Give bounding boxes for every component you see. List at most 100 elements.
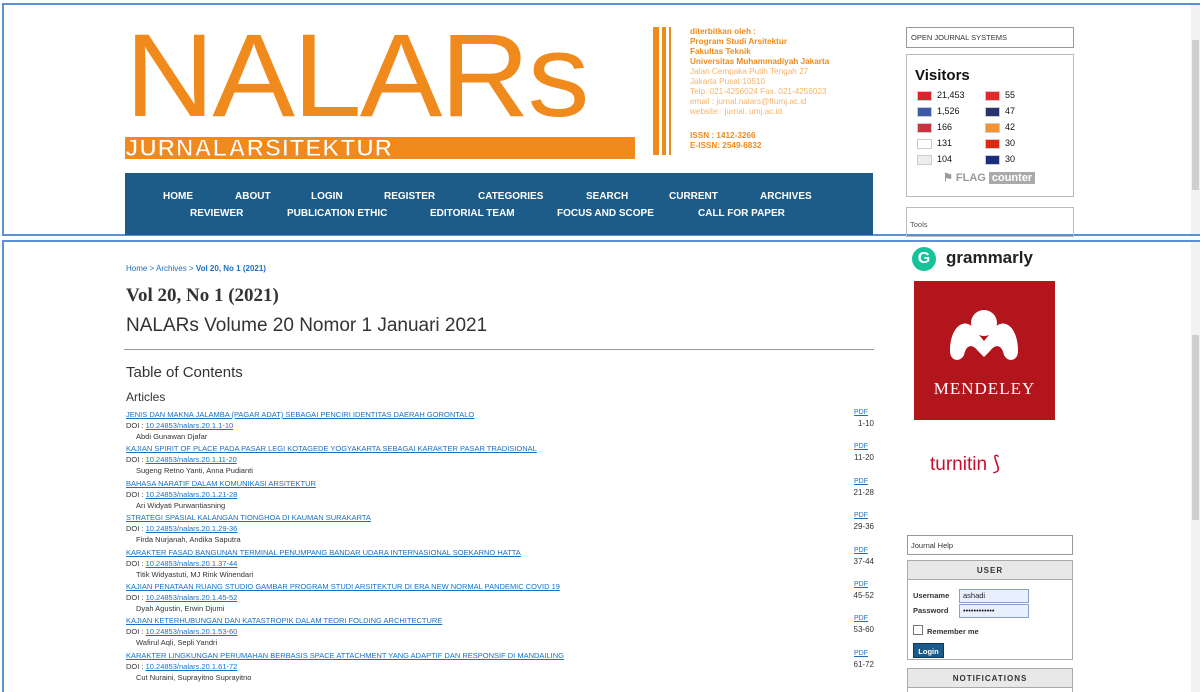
article-title-link[interactable]: KARAKTER FASAD BANGUNAN TERMINAL PENUMPA… <box>126 548 521 557</box>
nav-search[interactable]: SEARCH <box>586 191 628 202</box>
remember-me-label: Remember me <box>927 627 979 636</box>
doi-link[interactable]: 10.24853/nalars.20.1.45-52 <box>146 593 238 602</box>
nav-publication-ethic[interactable]: PUBLICATION ETHIC <box>287 208 387 219</box>
article-title-link[interactable]: KAJIAN KETERHUBUNGAN DAN KATASTROPIK DAL… <box>126 616 442 625</box>
country-flag-icon <box>917 155 932 165</box>
doi-link[interactable]: 10.24853/nalars.20.1.61-72 <box>146 662 238 671</box>
publisher-info: diterbitkan oleh : Program Studi Arsitek… <box>690 27 880 151</box>
remember-me-checkbox[interactable] <box>913 625 923 635</box>
article-item: KAJIAN KETERHUBUNGAN DAN KATASTROPIK DAL… <box>126 615 876 650</box>
pdf-link[interactable]: PDF <box>854 650 868 657</box>
main-nav: HOME ABOUT LOGIN REGISTER CATEGORIES SEA… <box>125 173 873 235</box>
article-item: KAJIAN PENATAAN RUANG STUDIO GAMBAR PROG… <box>126 581 876 616</box>
article-pages: 1-10 <box>857 419 874 428</box>
article-item: KARAKTER FASAD BANGUNAN TERMINAL PENUMPA… <box>126 547 876 582</box>
country-flag-icon <box>917 123 932 133</box>
password-label: Password <box>913 606 949 615</box>
issue-subtitle: NALARs Volume 20 Nomor 1 Januari 2021 <box>126 315 488 336</box>
nav-register[interactable]: REGISTER <box>384 191 435 202</box>
pdf-link[interactable]: PDF <box>854 409 868 416</box>
journal-logo[interactable]: NALARs JURNALARSITEKTUR diterbitkan oleh… <box>125 17 875 170</box>
article-pages: 29-36 <box>853 522 874 532</box>
country-flag-icon <box>917 107 932 117</box>
article-item: JENIS DAN MAKNA JALAMBA (PAGAR ADAT) SEB… <box>126 409 876 444</box>
pdf-link[interactable]: PDF <box>854 547 868 554</box>
article-title-link[interactable]: JENIS DAN MAKNA JALAMBA (PAGAR ADAT) SEB… <box>126 410 474 419</box>
turnitin-badge[interactable]: turnitin ⟆ <box>930 451 1000 476</box>
breadcrumb-home[interactable]: Home <box>126 264 147 273</box>
nav-login[interactable]: LOGIN <box>311 191 343 202</box>
nav-call-for-paper[interactable]: CALL FOR PAPER <box>698 208 785 219</box>
doi-link[interactable]: 10.24853/nalars.20.1.11-20 <box>146 455 237 464</box>
article-doi: DOI : 10.24853/nalars.20.1.37-44 <box>126 559 237 568</box>
journal-help-link[interactable]: Journal Help <box>907 535 1073 555</box>
visitor-count: 104 <box>937 154 953 164</box>
publisher-line: Telp. 021-4256024 Fax. 021-4256023 <box>690 87 827 96</box>
visitor-count: 166 <box>937 122 953 132</box>
breadcrumb-archives[interactable]: Archives <box>156 264 187 273</box>
grammarly-label: grammarly <box>946 248 1033 267</box>
grammarly-badge[interactable]: G grammarly <box>912 246 1072 272</box>
pdf-link[interactable]: PDF <box>854 615 868 622</box>
grammarly-icon: G <box>912 247 936 271</box>
article-pages: 11-20 <box>854 453 874 463</box>
doi-link[interactable]: 10.24853/nalars.20.1.21-28 <box>146 490 238 499</box>
nav-home[interactable]: HOME <box>163 191 193 202</box>
country-flag-icon <box>985 139 1000 149</box>
eissn: E-ISSN: 2549-6832 <box>690 141 762 150</box>
login-button[interactable]: Login <box>913 643 944 658</box>
article-pages: 45-52 <box>853 591 874 600</box>
article-title-link[interactable]: KAJIAN PENATAAN RUANG STUDIO GAMBAR PROG… <box>126 582 560 591</box>
flagcounter-logo[interactable]: ⚑ FLAG counter <box>943 171 1055 187</box>
mendeley-icon <box>950 310 1018 360</box>
visitors-title: Visitors <box>915 67 970 84</box>
logo-stripes <box>653 27 677 155</box>
doi-link[interactable]: 10.24853/nalars.20.1.53-60 <box>146 627 238 636</box>
visitor-count: 21,453 <box>937 90 965 100</box>
flag-icon: ⚑ <box>943 172 956 184</box>
ojs-block[interactable]: OPEN JOURNAL SYSTEMS <box>906 27 1074 48</box>
tools-block: Tools <box>906 207 1074 237</box>
article-title-link[interactable]: KARAKTER LINGKUNGAN PERUMAHAN BERBASIS S… <box>126 651 564 660</box>
nav-about[interactable]: ABOUT <box>235 191 271 202</box>
username-input[interactable]: ashadi <box>959 589 1029 603</box>
doi-label: DOI : <box>126 489 144 499</box>
doi-link[interactable]: 10.24853/nalars.20.1.1-10 <box>146 421 234 430</box>
article-pages: 37-44 <box>853 556 874 566</box>
pdf-link[interactable]: PDF <box>854 581 868 588</box>
nav-archives[interactable]: ARCHIVES <box>760 191 812 202</box>
visitor-count: 47 <box>1005 106 1016 116</box>
nav-editorial-team[interactable]: EDITORIAL TEAM <box>430 208 515 219</box>
doi-link[interactable]: 10.24853/nalars.20.1.29-36 <box>146 524 238 533</box>
article-title-link[interactable]: STRATEGI SPASIAL KALANGAN TIONGHOA DI KA… <box>126 513 371 522</box>
doi-link[interactable]: 10.24853/nalars.20.1.37-44 <box>146 559 238 568</box>
nav-focus-scope[interactable]: FOCUS AND SCOPE <box>557 208 654 219</box>
article-doi: DOI : 10.24853/nalars.20.1.61-72 <box>126 662 237 671</box>
visitors-widget[interactable]: Visitors 21,453 1,526 166 131 104 55 47 42 30 30 … <box>906 54 1074 197</box>
visitor-count: 1,526 <box>937 106 960 116</box>
breadcrumb-current[interactable]: Vol 20, No 1 (2021) <box>196 264 266 273</box>
articles-section-heading: Articles <box>126 390 166 404</box>
user-login-block: USER Username ashadi Password ••••••••••… <box>907 560 1073 660</box>
nav-current[interactable]: CURRENT <box>669 191 718 202</box>
article-authors: Abdi Gunawan Djafar <box>136 432 208 441</box>
article-title-link[interactable]: KAJIAN SPIRIT OF PLACE PADA PASAR LEGI K… <box>126 444 537 453</box>
article-authors: Titik Widyastuti, MJ Rink Winendari <box>136 569 254 579</box>
visitor-count: 131 <box>937 138 953 148</box>
logo-subtitle: JURNALARSITEKTUR <box>125 135 393 163</box>
country-flag-icon <box>985 91 1000 101</box>
pdf-link[interactable]: PDF <box>854 512 868 519</box>
scrollbar-thumb-bottom[interactable] <box>1192 335 1199 520</box>
country-flag-icon <box>985 107 1000 117</box>
article-title-link[interactable]: BAHASA NARATIF DALAM KOMUNIKASI ARSITEKT… <box>126 479 316 488</box>
nav-reviewer[interactable]: REVIEWER <box>190 208 243 219</box>
nav-categories[interactable]: CATEGORIES <box>478 191 543 202</box>
pdf-link[interactable]: PDF <box>854 443 868 450</box>
password-input[interactable]: •••••••••••• <box>959 604 1029 618</box>
issn: ISSN : 1412-3266 <box>690 131 756 140</box>
doi-label: DOI : <box>126 593 144 602</box>
publisher-line: website : jurnal. umj.ac.id <box>690 107 782 116</box>
mendeley-badge[interactable]: MENDELEY <box>914 281 1055 420</box>
scrollbar-thumb-top[interactable] <box>1192 40 1199 190</box>
pdf-link[interactable]: PDF <box>854 478 868 485</box>
